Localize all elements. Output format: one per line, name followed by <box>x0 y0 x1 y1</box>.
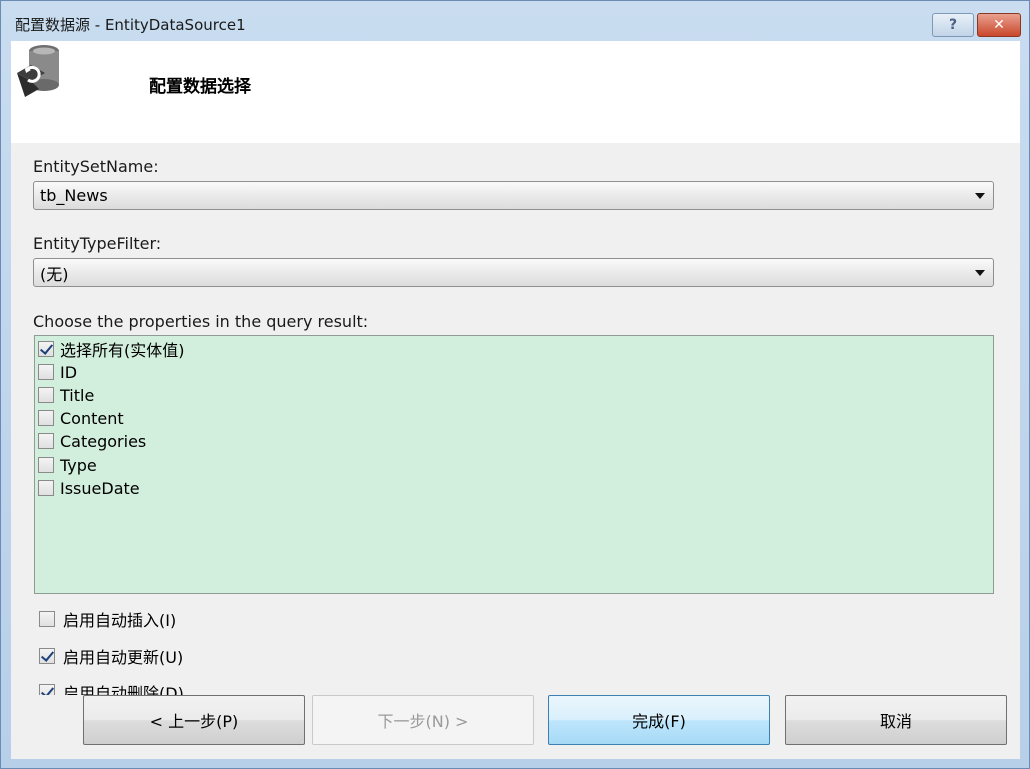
wizard-step-title: 配置数据选择 <box>149 77 251 97</box>
cancel-button[interactable]: 取消 <box>785 695 1007 745</box>
property-label: IssueDate <box>60 478 140 498</box>
entity-type-value: (无) <box>40 264 69 284</box>
previous-button[interactable]: < 上一步(P) <box>83 695 305 745</box>
option-label: 启用自动更新(U) <box>63 648 184 667</box>
property-label: Categories <box>60 431 147 451</box>
enable-auto-update-option[interactable]: 启用自动更新(U) <box>39 645 183 667</box>
next-button[interactable]: 下一步(N) > <box>312 695 534 745</box>
option-label: 启用自动插入(I) <box>63 611 177 630</box>
entity-set-dropdown[interactable]: tb_News <box>33 181 994 210</box>
property-label: Type <box>60 455 97 475</box>
checkbox[interactable] <box>38 480 54 496</box>
properties-label: Choose the properties in the query resul… <box>33 312 369 331</box>
title-bar[interactable]: 配置数据源 - EntityDataSource1 ? ✕ <box>1 1 1029 41</box>
entity-set-label: EntitySetName: <box>33 157 159 176</box>
property-item-content[interactable]: Content <box>38 407 124 429</box>
property-label: Title <box>60 385 95 405</box>
entity-set-value: tb_News <box>40 186 108 205</box>
close-button[interactable]: ✕ <box>977 13 1021 37</box>
database-refresh-icon <box>17 45 59 97</box>
dialog-client-area: 配置数据选择 EntitySetName: tb_News EntityType… <box>11 41 1020 759</box>
wizard-button-bar: < 上一步(P) 下一步(N) > 完成(F) 取消 <box>11 695 1020 759</box>
property-item-issuedate[interactable]: IssueDate <box>38 477 140 499</box>
checkbox[interactable] <box>38 364 54 380</box>
property-label: Content <box>60 408 124 428</box>
property-item-type[interactable]: Type <box>38 454 97 476</box>
finish-button[interactable]: 完成(F) <box>548 695 770 745</box>
checkbox[interactable] <box>38 457 54 473</box>
property-item-id[interactable]: ID <box>38 361 77 383</box>
property-label: 选择所有(实体值) <box>60 341 185 360</box>
property-item-title[interactable]: Title <box>38 384 94 406</box>
chevron-down-icon[interactable] <box>975 193 985 199</box>
checkbox[interactable] <box>38 387 54 403</box>
checkbox-checked[interactable] <box>38 341 54 357</box>
checkbox-checked[interactable] <box>39 648 55 664</box>
entity-type-label: EntityTypeFilter: <box>33 234 162 253</box>
entity-type-dropdown[interactable]: (无) <box>33 258 994 287</box>
property-item-select-all[interactable]: 选择所有(实体值) <box>38 338 185 360</box>
help-button[interactable]: ? <box>932 13 974 37</box>
properties-checklist[interactable]: 选择所有(实体值) ID Title Content Categories Ty… <box>34 335 994 594</box>
chevron-down-icon[interactable] <box>975 270 985 276</box>
checkbox[interactable] <box>38 410 54 426</box>
checkbox[interactable] <box>38 433 54 449</box>
property-label: ID <box>60 362 78 382</box>
window-title: 配置数据源 - EntityDataSource1 <box>15 16 246 34</box>
wizard-header: 配置数据选择 <box>11 41 1020 143</box>
property-item-categories[interactable]: Categories <box>38 430 146 452</box>
dialog-window: 配置数据源 - EntityDataSource1 ? ✕ 配置数据选择 Ent… <box>0 0 1030 769</box>
checkbox[interactable] <box>39 611 55 627</box>
enable-auto-insert-option[interactable]: 启用自动插入(I) <box>39 608 176 630</box>
